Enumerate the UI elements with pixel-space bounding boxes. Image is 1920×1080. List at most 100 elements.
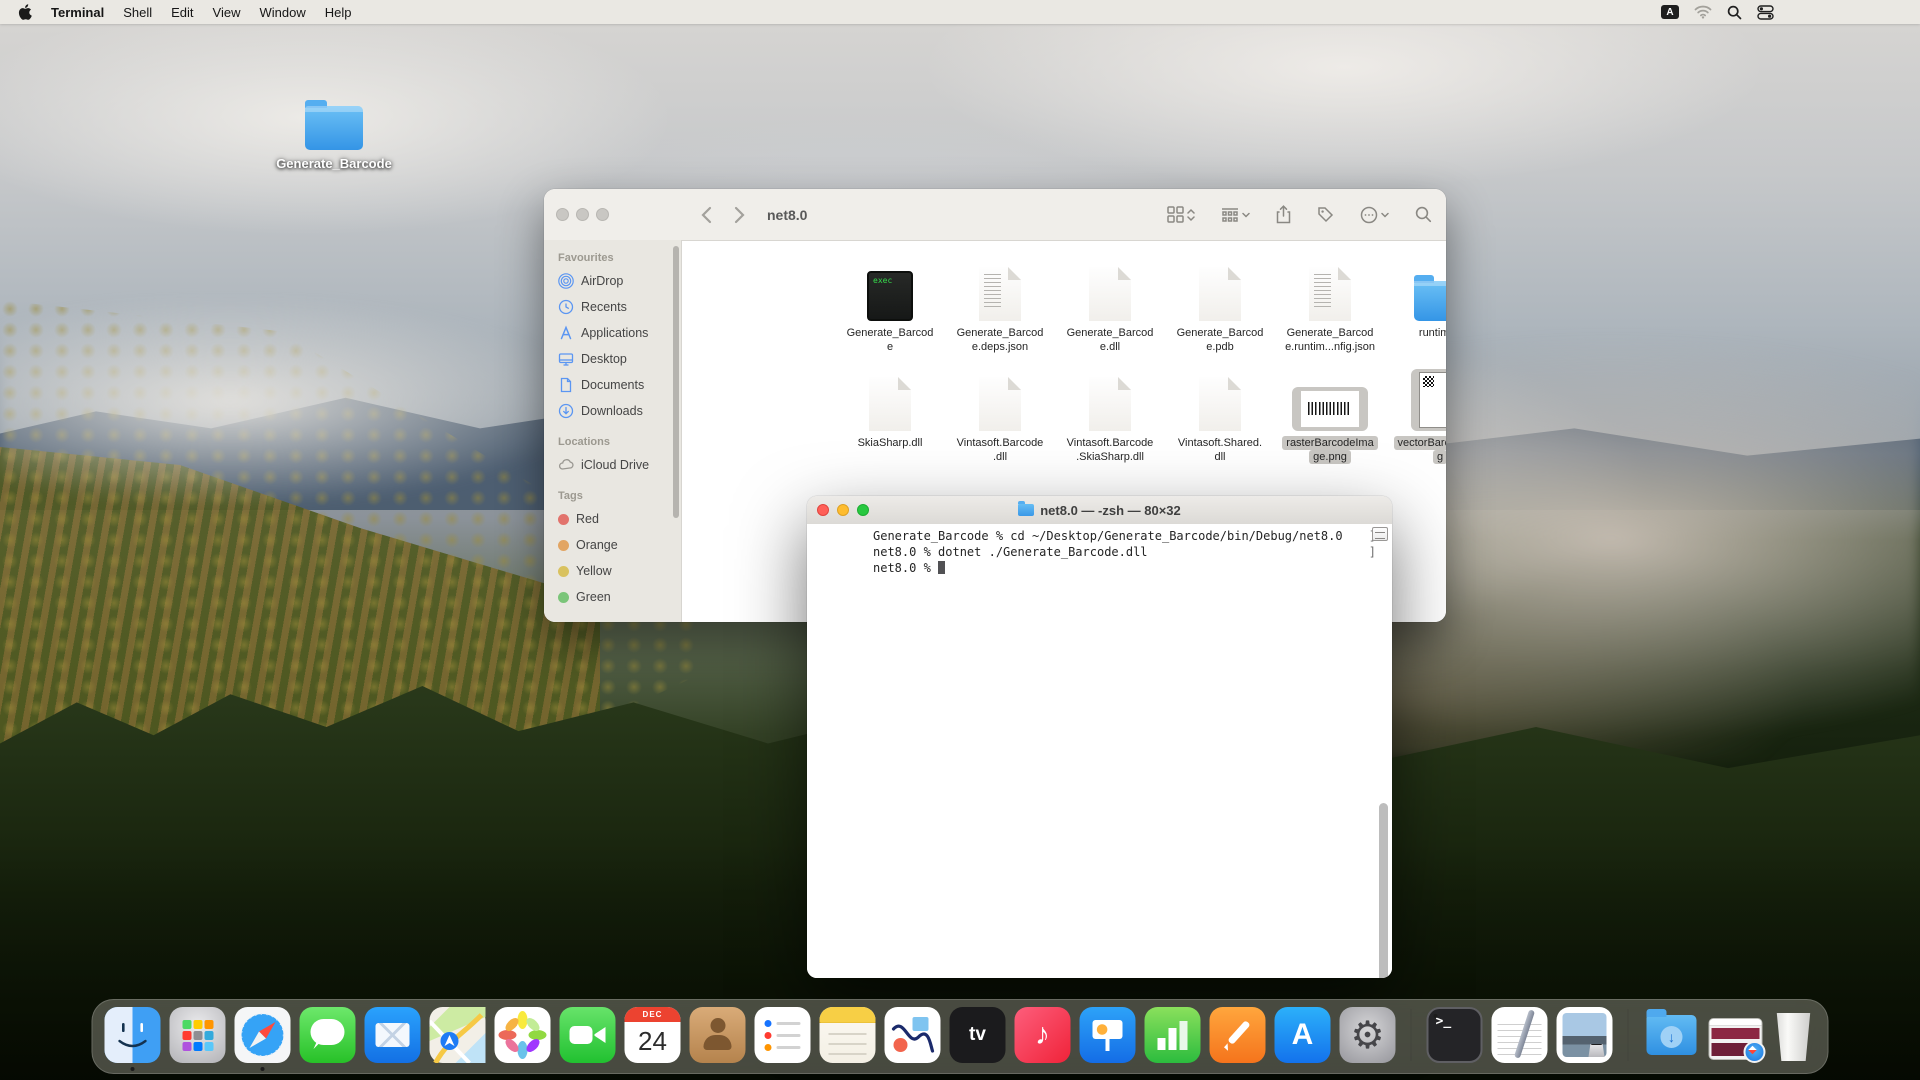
- split-pane-button[interactable]: [1372, 527, 1388, 541]
- dock-textedit-icon[interactable]: [1492, 1007, 1548, 1063]
- input-source-icon[interactable]: A: [1661, 5, 1679, 19]
- file-dll[interactable]: Generate_Barcode.dll: [1058, 259, 1162, 354]
- sidebar-tag-orange[interactable]: Orange: [544, 532, 681, 558]
- menu-edit[interactable]: Edit: [171, 5, 193, 20]
- dock-divider: [1411, 1009, 1412, 1061]
- dock-numbers-icon[interactable]: [1145, 1007, 1201, 1063]
- more-options-button[interactable]: [1360, 206, 1389, 224]
- control-center-icon[interactable]: [1757, 5, 1774, 20]
- file-pdb[interactable]: Generate_Barcode.pdb: [1168, 259, 1272, 354]
- dock-minimized-safari-window[interactable]: [1709, 1018, 1763, 1060]
- search-icon[interactable]: [1415, 206, 1432, 223]
- sidebar-tag-green[interactable]: Green: [544, 584, 681, 610]
- dock-facetime-icon[interactable]: [560, 1007, 616, 1063]
- desktop-folder-generate-barcode[interactable]: Generate_Barcode: [270, 106, 398, 171]
- folder-proxy-icon: [1018, 504, 1034, 516]
- sidebar-tag-red[interactable]: Red: [544, 506, 681, 532]
- menu-app-name[interactable]: Terminal: [51, 5, 104, 20]
- dock-messages-icon[interactable]: [300, 1007, 356, 1063]
- zoom-button[interactable]: [596, 208, 609, 221]
- sidebar-label: Applications: [581, 326, 648, 340]
- sidebar-item-airdrop[interactable]: AirDrop: [544, 268, 681, 294]
- dock-calendar-icon[interactable]: DEC 24: [625, 1007, 681, 1063]
- forward-button[interactable]: [734, 206, 745, 224]
- tag-dot-red: [558, 514, 569, 525]
- sidebar-item-downloads[interactable]: Downloads: [544, 398, 681, 424]
- dock-mail-icon[interactable]: [365, 1007, 421, 1063]
- sidebar-item-desktop[interactable]: Desktop: [544, 346, 681, 372]
- tags-icon[interactable]: [1317, 206, 1334, 223]
- file-label: Generate_Barcode.runtim...nfig.json: [1278, 326, 1382, 354]
- file-skiasharp-dll[interactable]: SkiaSharp.dll: [838, 369, 942, 450]
- document-icon: [1199, 267, 1241, 321]
- dock-photos-icon[interactable]: [495, 1007, 551, 1063]
- downloads-icon: [558, 403, 574, 419]
- spotlight-search-icon[interactable]: [1727, 5, 1742, 20]
- terminal-window: net8.0 — -zsh — 80×32 Generate_Barcode %…: [807, 496, 1392, 978]
- terminal-cursor: [938, 561, 945, 574]
- cloud-icon: [558, 457, 574, 473]
- group-by-button[interactable]: [1221, 207, 1250, 222]
- dock-tv-icon[interactable]: tv: [950, 1007, 1006, 1063]
- sidebar-tag-yellow[interactable]: Yellow: [544, 558, 681, 584]
- dock-music-icon[interactable]: ♪: [1015, 1007, 1071, 1063]
- file-vintasoft-barcode-skiasharp-dll[interactable]: Vintasoft.Barcode.SkiaSharp.dll: [1058, 369, 1162, 464]
- terminal-scrollbar[interactable]: [1379, 803, 1388, 978]
- icon-view-button[interactable]: [1167, 206, 1195, 223]
- file-label: Vintasoft.Shared.dll: [1168, 436, 1272, 464]
- dock-downloads-folder-icon[interactable]: ↓: [1644, 1007, 1700, 1063]
- dock-system-settings-icon[interactable]: ⚙: [1340, 1007, 1396, 1063]
- file-deps-json[interactable]: Generate_Barcode.deps.json: [948, 259, 1052, 354]
- json-document-icon: [979, 267, 1021, 321]
- sidebar-label: Recents: [581, 300, 627, 314]
- unix-executable-icon: exec: [867, 271, 913, 321]
- dock-launchpad-icon[interactable]: [170, 1007, 226, 1063]
- menu-window[interactable]: Window: [260, 5, 306, 20]
- dock-preview-icon[interactable]: [1557, 1007, 1613, 1063]
- file-label: runtimes: [1388, 326, 1446, 340]
- menu-shell[interactable]: Shell: [123, 5, 152, 20]
- dock-keynote-icon[interactable]: [1080, 1007, 1136, 1063]
- sidebar-item-applications[interactable]: Applications: [544, 320, 681, 346]
- dock-notes-icon[interactable]: [820, 1007, 876, 1063]
- menu-help[interactable]: Help: [325, 5, 352, 20]
- dock-safari-icon[interactable]: [235, 1007, 291, 1063]
- minimize-button[interactable]: [576, 208, 589, 221]
- file-generate-barcode-exec[interactable]: exec Generate_Barcode: [838, 259, 942, 354]
- dock-terminal-icon[interactable]: >_: [1427, 1007, 1483, 1063]
- menu-view[interactable]: View: [213, 5, 241, 20]
- file-vintasoft-shared-dll[interactable]: Vintasoft.Shared.dll: [1168, 369, 1272, 464]
- dock-reminders-icon[interactable]: [755, 1007, 811, 1063]
- wifi-icon[interactable]: [1694, 5, 1712, 19]
- dock-pages-icon[interactable]: [1210, 1007, 1266, 1063]
- folder-runtimes[interactable]: runtimes: [1388, 259, 1446, 340]
- sidebar-item-recents[interactable]: Recents: [544, 294, 681, 320]
- tag-dot-yellow: [558, 566, 569, 577]
- preview-inkwell: [1589, 1044, 1605, 1057]
- apple-menu-icon[interactable]: [18, 4, 32, 20]
- file-vector-barcode-svg-selected[interactable]: vectorBarcode.svg: [1388, 369, 1446, 464]
- file-vintasoft-barcode-dll[interactable]: Vintasoft.Barcode.dll: [948, 369, 1052, 464]
- dock-maps-icon[interactable]: [430, 1007, 486, 1063]
- dock-finder-icon[interactable]: [105, 1007, 161, 1063]
- gear-glyph: ⚙: [1350, 1013, 1384, 1058]
- close-button[interactable]: [556, 208, 569, 221]
- terminal-titlebar: net8.0 — -zsh — 80×32: [807, 496, 1392, 525]
- file-raster-barcode-image-png-selected[interactable]: rasterBarcodeImage.png: [1278, 369, 1382, 464]
- sidebar-item-documents[interactable]: Documents: [544, 372, 681, 398]
- dock-trash-icon[interactable]: [1772, 1007, 1816, 1063]
- back-button[interactable]: [701, 206, 712, 224]
- dock-freeform-icon[interactable]: [885, 1007, 941, 1063]
- file-label: Vintasoft.Barcode.SkiaSharp.dll: [1058, 436, 1162, 464]
- file-runtimeconfig-json[interactable]: Generate_Barcode.runtim...nfig.json: [1278, 259, 1382, 354]
- terminal-content[interactable]: Generate_Barcode % cd ~/Desktop/Generate…: [807, 524, 1392, 978]
- share-icon[interactable]: [1276, 205, 1291, 224]
- finder-sidebar: Favourites AirDrop Recents Applications …: [544, 240, 682, 622]
- document-icon: [558, 377, 574, 393]
- file-label: SkiaSharp.dll: [838, 436, 942, 450]
- sidebar-scrollbar[interactable]: [673, 246, 679, 518]
- dock-contacts-icon[interactable]: [690, 1007, 746, 1063]
- sidebar-item-icloud-drive[interactable]: iCloud Drive: [544, 452, 681, 478]
- dock-app-store-icon[interactable]: A: [1275, 1007, 1331, 1063]
- terminal-line: net8.0 %: [873, 561, 1362, 577]
